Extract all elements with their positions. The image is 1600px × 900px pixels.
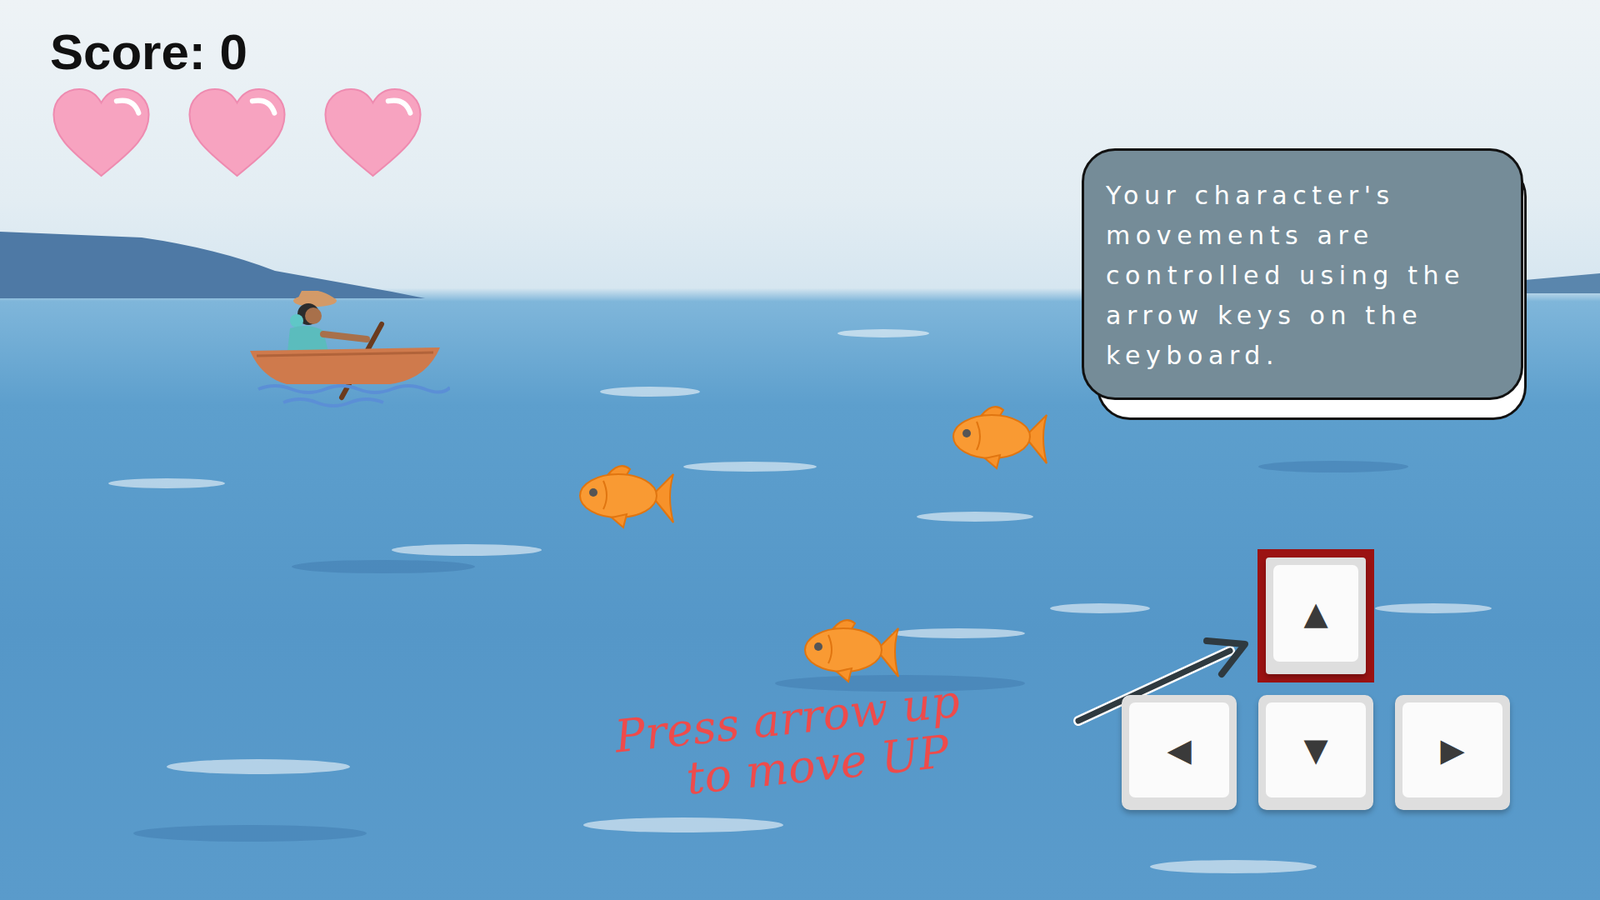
arrow-keys: ▲ ◀ ▼ ▶ xyxy=(1120,549,1511,811)
key-label: ▼ xyxy=(1265,702,1366,798)
arrow-key[interactable]: ▶ xyxy=(1394,694,1511,811)
fish xyxy=(800,616,900,684)
tutorial-tooltip: Your character's movements are controlle… xyxy=(1081,148,1524,400)
arrow-key[interactable]: ▲ xyxy=(1257,549,1375,683)
lives xyxy=(50,87,425,180)
fish-icon xyxy=(575,462,675,530)
arrow-key[interactable]: ▼ xyxy=(1257,694,1375,811)
key-label: ▲ xyxy=(1273,565,1359,662)
score-label: Score: 0 xyxy=(50,23,425,81)
game-canvas: Score: 0 Your character's movements are … xyxy=(0,0,1600,900)
key-label: ◀ xyxy=(1129,702,1230,798)
arrow-key[interactable]: ◀ xyxy=(1120,694,1238,811)
heart-icon xyxy=(50,87,153,180)
fish xyxy=(948,403,1049,470)
heart-icon xyxy=(185,87,289,180)
fish-icon xyxy=(800,616,900,684)
tooltip-text: Your character's movements are controlle… xyxy=(1081,148,1524,400)
fish-icon xyxy=(948,403,1049,470)
fisher-boat-icon xyxy=(250,290,450,425)
player-boat xyxy=(250,290,450,425)
heart-icon xyxy=(321,87,425,180)
key-label: ▶ xyxy=(1402,702,1503,798)
fish xyxy=(575,462,675,530)
hud: Score: 0 xyxy=(50,23,425,180)
hint-label: Press arrow upto move UP xyxy=(612,676,968,812)
